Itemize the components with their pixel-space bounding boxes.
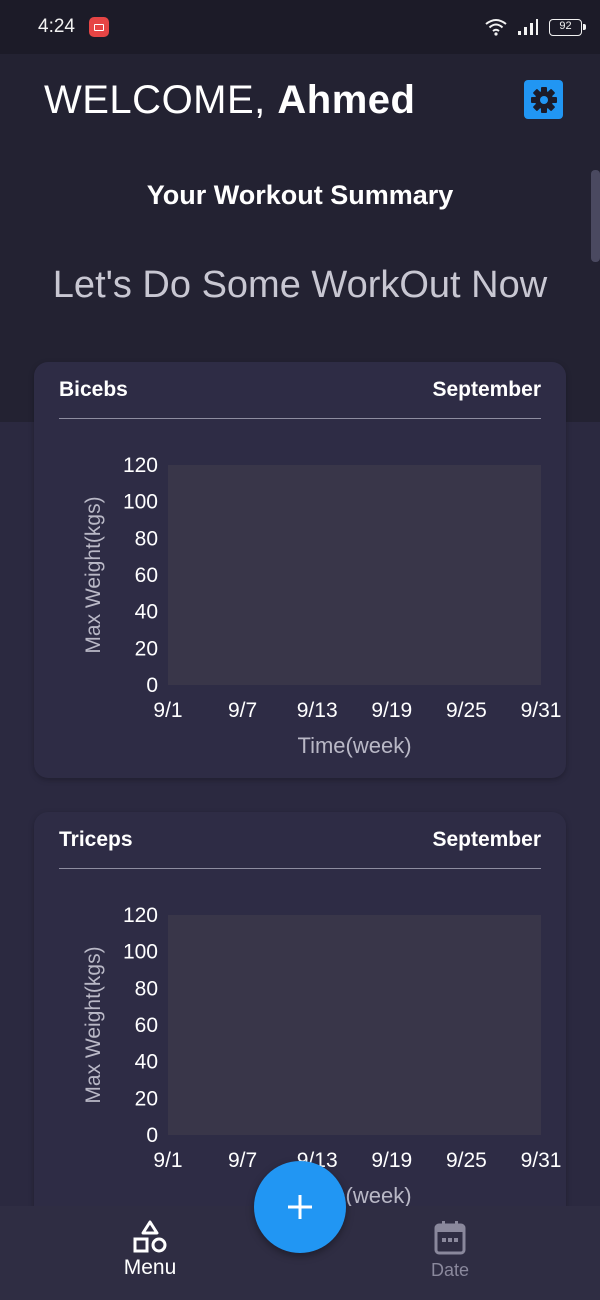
greeting-text: WELCOME,	[44, 78, 278, 122]
y-tick-label: 0	[146, 674, 158, 697]
y-axis-label: Max Weight(kgs)	[82, 946, 105, 1103]
nav-item-menu[interactable]: Menu	[90, 1220, 210, 1280]
x-tick-label: 9/25	[446, 1149, 487, 1172]
x-tick-label: 9/7	[228, 1149, 257, 1172]
y-tick-label: 120	[123, 454, 158, 477]
status-icons: 92	[485, 18, 586, 36]
nav-label-date: Date	[430, 1260, 470, 1280]
x-tick-label: 9/25	[446, 699, 487, 722]
x-tick-label: 9/19	[371, 699, 412, 722]
y-tick-label: 100	[123, 941, 158, 964]
plus-icon	[288, 1195, 312, 1219]
tagline: Let's Do Some WorkOut Now	[52, 264, 548, 306]
y-tick-label: 0	[146, 1124, 158, 1147]
scrollbar[interactable]	[591, 170, 600, 262]
user-name: Ahmed	[277, 78, 416, 122]
x-tick-label: 9/1	[153, 1149, 182, 1172]
x-tick-label: 9/31	[521, 699, 562, 722]
plot-area	[168, 465, 541, 685]
settings-button[interactable]	[524, 80, 563, 119]
x-tick-label: 9/13	[297, 699, 338, 722]
nav-item-date[interactable]: Date	[390, 1220, 510, 1281]
y-tick-label: 20	[135, 637, 158, 660]
y-axis-label: Max Weight(kgs)	[82, 496, 105, 653]
calendar-icon	[434, 1221, 466, 1255]
biceps-card: Bicebs September 0 20 40 60 80 100 120 9/1 9/7 9/…	[34, 362, 566, 778]
y-tick-label: 60	[135, 1014, 158, 1037]
screen-record-icon	[88, 17, 109, 37]
wifi-icon	[485, 19, 507, 36]
plot-area	[168, 915, 541, 1135]
add-workout-button[interactable]	[254, 1161, 346, 1253]
battery-level: 92	[559, 19, 572, 32]
signal-icon	[518, 19, 538, 35]
nav-label-menu: Menu	[123, 1256, 177, 1279]
welcome-heading: WELCOME, Ahmed	[44, 78, 415, 123]
biceps-chart: 0 20 40 60 80 100 120 9/1 9/7 9/13 9/19 9/25 9/31 Tim…	[82, 454, 562, 758]
x-tick-label: 9/31	[521, 1149, 562, 1172]
battery-icon: 92	[549, 18, 586, 36]
x-tick-label: 9/7	[228, 699, 257, 722]
y-tick-label: 100	[123, 491, 158, 514]
y-tick-label: 80	[135, 977, 158, 1000]
summary-title: Your Workout Summary	[146, 180, 454, 210]
y-tick-label: 20	[135, 1087, 158, 1110]
status-time: 4:24	[38, 16, 75, 37]
x-axis-label: Time(week)	[297, 733, 411, 758]
shapes-icon	[133, 1220, 167, 1253]
gear-icon	[530, 86, 557, 113]
y-tick-label: 40	[135, 601, 158, 624]
status-bar: 4:24 92	[0, 0, 600, 54]
x-tick-label: 9/19	[371, 1149, 412, 1172]
y-tick-label: 60	[135, 564, 158, 587]
y-tick-label: 120	[123, 904, 158, 927]
x-tick-label: 9/1	[153, 699, 182, 722]
y-tick-label: 80	[135, 527, 158, 550]
y-tick-label: 40	[135, 1051, 158, 1074]
